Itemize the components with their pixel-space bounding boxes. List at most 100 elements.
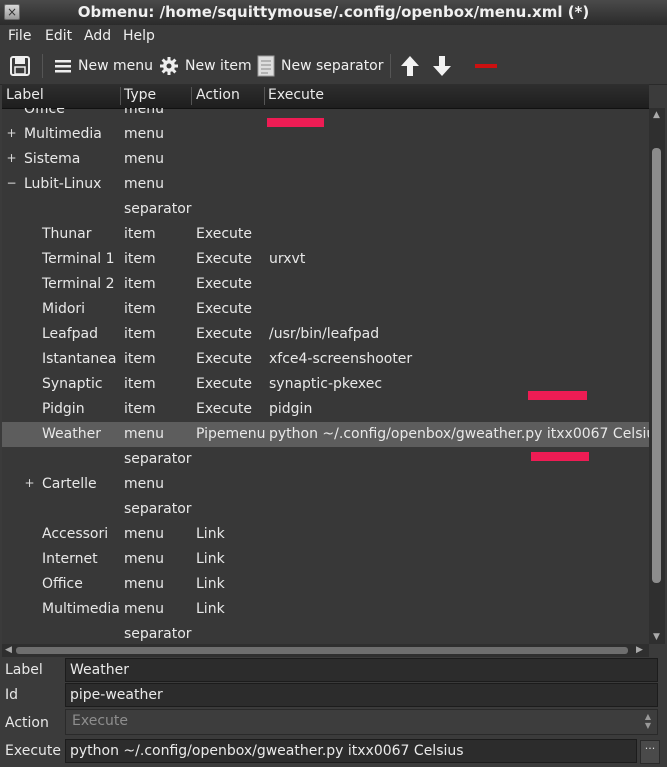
collapse-icon[interactable]: −: [6, 177, 17, 189]
vertical-scrollbar[interactable]: ▲ ▼: [649, 108, 665, 644]
move-up-button[interactable]: [400, 54, 420, 78]
row-action: Execute: [196, 251, 252, 267]
label-field[interactable]: [65, 658, 658, 682]
row-execute: xfce4-screenshooter: [269, 351, 413, 367]
row-type: menu: [124, 126, 164, 142]
tree-row[interactable]: − Lubit-Linux menu: [2, 172, 649, 197]
execute-field[interactable]: [65, 739, 637, 763]
row-type: menu: [124, 576, 164, 592]
row-type: item: [124, 401, 156, 417]
column-header-execute[interactable]: Execute: [268, 87, 324, 103]
tree-row[interactable]: Pidgin item Execute pidgin: [2, 397, 649, 422]
row-action: Execute: [196, 276, 252, 292]
tree-row[interactable]: Istantanea item Execute xfce4-screenshooter: [2, 347, 649, 372]
horizontal-scroll-thumb[interactable]: [16, 647, 628, 654]
tree-rows: Office menu + Multimedia menu + Sistema menu − Lu…: [2, 108, 649, 644]
row-label: Thunar: [42, 226, 92, 242]
row-execute: pidgin: [269, 401, 313, 417]
vertical-scroll-thumb[interactable]: [652, 148, 661, 583]
menu-file[interactable]: File: [8, 28, 31, 44]
row-label: Cartelle: [42, 476, 97, 492]
save-icon: [10, 56, 30, 76]
new-item-button[interactable]: New item: [159, 54, 252, 78]
id-field[interactable]: [65, 683, 658, 707]
tree-row[interactable]: Terminal 2 item Execute: [2, 272, 649, 297]
row-action: Link: [196, 526, 225, 542]
new-separator-button[interactable]: New separator: [257, 54, 384, 78]
row-type: menu: [124, 151, 164, 167]
row-type: item: [124, 251, 156, 267]
action-select-value: Execute: [72, 713, 128, 729]
tree-row[interactable]: Midori item Execute: [2, 297, 649, 322]
row-label: Pidgin: [42, 401, 85, 417]
row-label: Office: [24, 108, 65, 117]
scroll-down-icon[interactable]: ▼: [653, 632, 660, 642]
expand-icon[interactable]: +: [6, 152, 17, 164]
new-menu-button[interactable]: New menu: [54, 54, 153, 78]
scroll-up-icon[interactable]: ▲: [653, 110, 660, 120]
tree-row[interactable]: separator: [2, 497, 649, 522]
arrow-down-icon: [433, 56, 451, 76]
tree-row[interactable]: separator: [2, 622, 649, 644]
scroll-right-icon[interactable]: ▶: [636, 645, 643, 655]
row-execute: /usr/bin/leafpad: [269, 326, 380, 342]
row-action: Link: [196, 601, 225, 617]
id-caption: Id: [5, 687, 19, 703]
column-header-action[interactable]: Action: [196, 87, 240, 103]
column-header-type[interactable]: Type: [124, 87, 156, 103]
row-action: Execute: [196, 226, 252, 242]
menu-help[interactable]: Help: [123, 28, 155, 44]
expand-icon[interactable]: +: [6, 127, 17, 139]
row-label: Terminal 1: [42, 251, 115, 267]
action-caption: Action: [5, 715, 49, 731]
row-label: Multimedia: [24, 126, 102, 142]
tree-row[interactable]: Leafpad item Execute/usr/bin/leafpad: [2, 322, 649, 347]
row-label: Weather: [42, 426, 101, 442]
menu-bar: File Edit Add Help: [0, 25, 667, 48]
row-label: Sistema: [24, 151, 81, 167]
browse-button[interactable]: ...: [640, 740, 660, 764]
tree-row[interactable]: + Sistema menu: [2, 147, 649, 172]
tree-row[interactable]: + Multimedia menu: [2, 122, 649, 147]
tree-row[interactable]: Office menu: [2, 108, 649, 122]
column-header-label[interactable]: Label: [6, 87, 44, 103]
row-label: Office: [42, 576, 83, 592]
remove-button[interactable]: [474, 54, 498, 78]
tree-row[interactable]: Accessori menu Link: [2, 522, 649, 547]
row-action: Pipemenu: [196, 426, 266, 442]
scroll-left-icon[interactable]: ◀: [5, 645, 12, 655]
action-select[interactable]: Execute ▲ ▼: [65, 709, 658, 735]
menu-edit[interactable]: Edit: [45, 28, 72, 44]
tree-row[interactable]: Weather menu Pipemenu python ~/.config/open…: [2, 422, 649, 447]
tree-row[interactable]: + Cartelle menu: [2, 472, 649, 497]
row-label: Lubit-Linux: [24, 176, 102, 192]
expand-icon[interactable]: +: [24, 477, 35, 489]
updown-icon: ▲ ▼: [644, 712, 651, 730]
menu-add[interactable]: Add: [84, 28, 111, 44]
row-type: menu: [124, 476, 164, 492]
row-label: Internet: [42, 551, 98, 567]
tree-row[interactable]: Internet menu Link: [2, 547, 649, 572]
row-type: menu: [124, 108, 164, 117]
minus-icon: [475, 64, 497, 68]
new-separator-label: New separator: [281, 58, 384, 74]
menu-list-icon: [55, 60, 71, 73]
row-type: menu: [124, 176, 164, 192]
save-button[interactable]: [9, 54, 31, 78]
tree-row[interactable]: Multimedia menu Link: [2, 597, 649, 622]
move-down-button[interactable]: [432, 54, 452, 78]
toolbar-separator: [42, 54, 43, 78]
row-action: Execute: [196, 351, 252, 367]
row-action: Link: [196, 576, 225, 592]
tree-row[interactable]: Office menu Link: [2, 572, 649, 597]
horizontal-scrollbar[interactable]: ◀ ▶: [2, 644, 649, 657]
menu-tree[interactable]: Label Type Action Execute Office menu + Mul…: [2, 84, 649, 644]
tree-row[interactable]: separator: [2, 197, 649, 222]
row-type: menu: [124, 601, 164, 617]
row-type: menu: [124, 551, 164, 567]
tree-row[interactable]: Thunar item Execute: [2, 222, 649, 247]
tree-row[interactable]: Terminal 1 item Execute urxvt: [2, 247, 649, 272]
row-label: Midori: [42, 301, 86, 317]
row-action: Link: [196, 551, 225, 567]
row-label: Accessori: [42, 526, 109, 542]
